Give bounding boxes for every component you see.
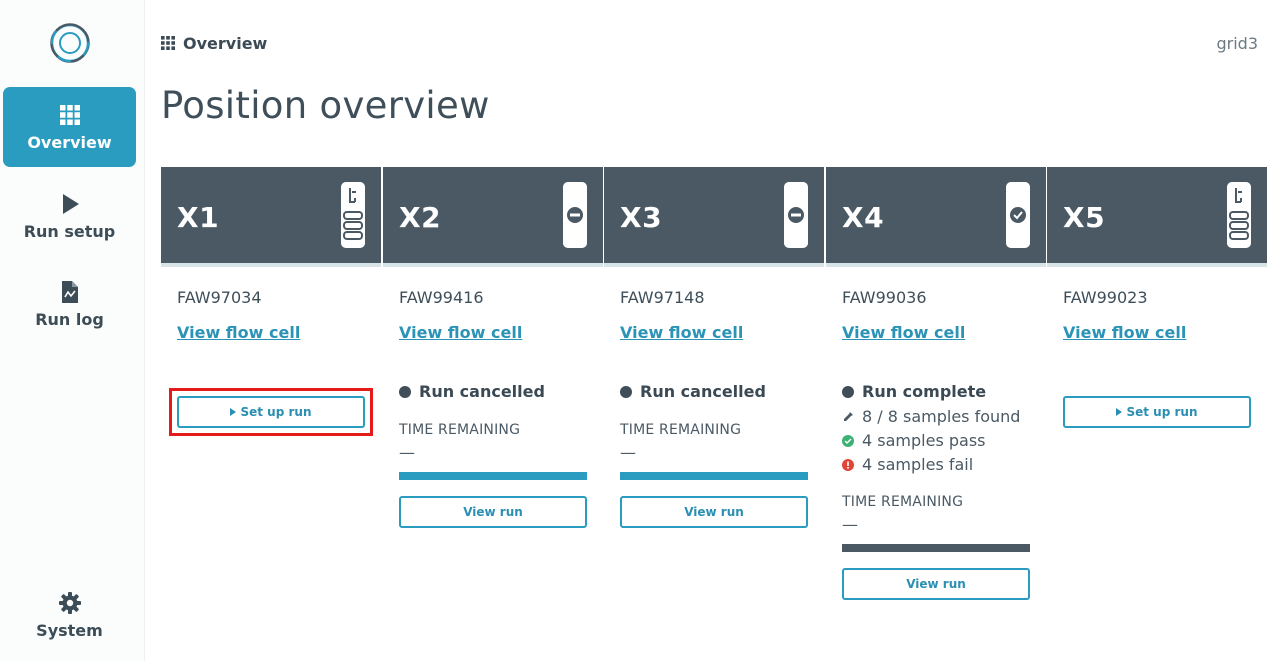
run-status: Run complete [842, 382, 986, 401]
view-flow-cell-link[interactable]: View flow cell [177, 323, 300, 342]
run-status-label: Run cancelled [640, 382, 766, 401]
breadcrumb: Overview [161, 33, 267, 53]
position-card-x4: X4 FAW99036 View flow cell Run complete … [826, 167, 1046, 607]
play-icon [1116, 408, 1123, 416]
flow-cell-complete-icon [1006, 182, 1030, 248]
flow-cell-loaded-icon [341, 182, 365, 248]
sidebar-item-label: Run setup [23, 221, 116, 241]
flow-cell-serial: FAW99416 [399, 288, 484, 307]
run-status-label: Run complete [862, 382, 987, 401]
flow-cell-serial: FAW99036 [842, 288, 927, 307]
run-progress-bar [399, 472, 587, 480]
position-header: X2 [383, 167, 603, 267]
run-progress-bar [620, 472, 808, 480]
pipette-icon [844, 411, 853, 421]
position-card-x2: X2 FAW99416 View flow cell Run cancelled… [383, 167, 603, 607]
button-label: Set up run [1126, 405, 1198, 419]
status-dot-icon [620, 385, 632, 398]
sidebar-item-label: Overview [27, 132, 112, 152]
position-header: X5 [1047, 167, 1267, 267]
view-flow-cell-link[interactable]: View flow cell [620, 323, 743, 342]
position-header: X4 [826, 167, 1046, 267]
time-remaining-value: — [399, 443, 415, 462]
sidebar-item-system[interactable]: System [3, 575, 136, 655]
time-remaining-label: TIME REMAINING [399, 422, 521, 438]
flow-cell-loaded-icon [1227, 182, 1251, 248]
position-label: X1 [177, 201, 220, 234]
button-label: Set up run [240, 405, 312, 419]
time-remaining-label: TIME REMAINING [620, 422, 742, 438]
flow-cell-cancelled-icon [563, 182, 587, 248]
button-label: View run [684, 505, 744, 519]
flow-cell-serial: FAW99023 [1063, 288, 1148, 307]
document-chart-icon [61, 280, 78, 303]
position-card-x5: X5 FAW99023 View flow cell Set up run [1047, 167, 1267, 607]
run-status: Run cancelled [620, 382, 766, 401]
status-dot-icon [399, 385, 411, 398]
time-remaining-value: — [620, 443, 636, 462]
button-label: View run [906, 577, 966, 591]
position-card-x3: X3 FAW97148 View flow cell Run cancelled… [604, 167, 824, 607]
status-dot-icon [842, 385, 854, 398]
samples-found-label: 8 / 8 samples found [862, 407, 1021, 426]
samples-fail: 4 samples fail [842, 455, 973, 474]
position-header: X3 [604, 167, 824, 267]
play-icon [230, 408, 237, 416]
set-up-run-button[interactable]: Set up run [1063, 396, 1251, 428]
position-card-x1: X1 FAW97034 View flow cell Set up run [161, 167, 381, 607]
sidebar-item-overview[interactable]: Overview [3, 87, 136, 167]
grid-icon [161, 36, 175, 50]
view-flow-cell-link[interactable]: View flow cell [399, 323, 522, 342]
play-icon [62, 193, 79, 214]
samples-found: 8 / 8 samples found [842, 407, 1020, 426]
check-circle-icon [842, 434, 854, 447]
samples-pass-label: 4 samples pass [862, 431, 986, 450]
sidebar: Overview Run setup Run log System [0, 0, 145, 661]
position-label: X5 [1063, 201, 1106, 234]
flow-cell-serial: FAW97034 [177, 288, 262, 307]
app-logo-icon [50, 23, 90, 63]
grid-icon [59, 104, 80, 125]
run-progress-fill [399, 472, 587, 480]
view-run-button[interactable]: View run [399, 496, 587, 528]
position-label: X3 [620, 201, 663, 234]
view-run-button[interactable]: View run [842, 568, 1030, 600]
gear-icon [58, 591, 81, 614]
time-remaining-label: TIME REMAINING [842, 494, 964, 510]
run-progress-bar [842, 544, 1030, 552]
view-flow-cell-link[interactable]: View flow cell [1063, 323, 1186, 342]
flow-cell-serial: FAW97148 [620, 288, 705, 307]
sidebar-item-run-log[interactable]: Run log [3, 264, 136, 344]
sidebar-item-run-setup[interactable]: Run setup [3, 176, 136, 256]
view-flow-cell-link[interactable]: View flow cell [842, 323, 965, 342]
button-label: View run [463, 505, 523, 519]
position-label: X4 [842, 201, 885, 234]
position-header: X1 [161, 167, 381, 267]
flow-cell-cancelled-icon [784, 182, 808, 248]
run-progress-fill [620, 472, 808, 480]
run-status-label: Run cancelled [419, 382, 545, 401]
error-circle-icon [842, 458, 854, 471]
time-remaining-value: — [842, 515, 858, 534]
app-root: Overview Run setup Run log System Overvi… [0, 0, 1273, 661]
page-title: Position overview [161, 84, 490, 127]
sidebar-item-label: System [36, 620, 103, 640]
sidebar-item-label: Run log [35, 309, 104, 329]
set-up-run-button[interactable]: Set up run [177, 396, 365, 428]
position-label: X2 [399, 201, 442, 234]
run-progress-fill [842, 544, 1030, 552]
breadcrumb-label: Overview [183, 33, 268, 53]
run-status: Run cancelled [399, 382, 545, 401]
hostname: grid3 [1216, 34, 1258, 53]
view-run-button[interactable]: View run [620, 496, 808, 528]
samples-fail-label: 4 samples fail [862, 455, 974, 474]
samples-pass: 4 samples pass [842, 431, 986, 450]
